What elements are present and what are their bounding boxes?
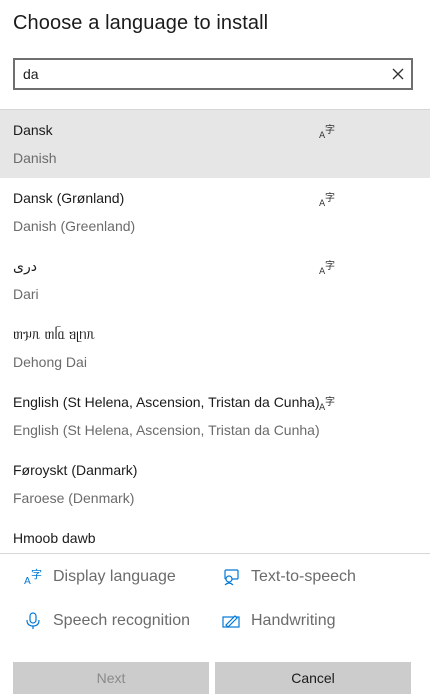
- display-language-icon: A 字: [319, 396, 335, 412]
- display-language-icon: A 字: [24, 568, 42, 586]
- legend-speech-recognition: Speech recognition: [53, 612, 190, 629]
- list-bottom-divider: [0, 553, 430, 554]
- language-native-name: Føroyskt (Danmark): [13, 462, 138, 478]
- microphone-icon: [26, 612, 40, 629]
- language-native-name: ᥖᥭᥰ ᥖᥬᥲ ᥑᥨᥒᥰ: [13, 326, 96, 342]
- language-native-name: Hmoob dawb: [13, 530, 96, 546]
- svg-text:字: 字: [325, 124, 335, 136]
- language-english-name: Dehong Dai: [13, 354, 87, 370]
- svg-text:字: 字: [325, 396, 335, 408]
- language-search-box[interactable]: [13, 58, 413, 90]
- display-language-icon: A 字: [319, 124, 335, 140]
- cancel-button[interactable]: Cancel: [215, 662, 411, 694]
- language-item-hmoob-dawb[interactable]: Hmoob dawb: [0, 518, 430, 553]
- language-item-dehong-dai[interactable]: ᥖᥭᥰ ᥖᥬᥲ ᥑᥨᥒᥰ Dehong Dai: [0, 314, 430, 382]
- dialog-title: Choose a language to install: [13, 12, 269, 34]
- language-item-foroyskt-danmark[interactable]: Føroyskt (Danmark) Faroese (Denmark): [0, 450, 430, 518]
- language-list[interactable]: Dansk Danish A 字 Dansk (Grønland) Danish…: [0, 110, 430, 553]
- language-item-dansk-gronland[interactable]: Dansk (Grønland) Danish (Greenland) A 字: [0, 178, 430, 246]
- language-english-name: Danish (Greenland): [13, 218, 136, 234]
- language-native-name: درى: [13, 258, 37, 274]
- language-native-name: Dansk (Grønland): [13, 190, 125, 206]
- language-english-name: English (St Helena, Ascension, Tristan d…: [13, 422, 320, 438]
- language-item-dansk[interactable]: Dansk Danish A 字: [0, 110, 430, 178]
- language-english-name: Faroese (Denmark): [13, 490, 135, 506]
- language-item-dari[interactable]: درى Dari A 字: [0, 246, 430, 314]
- svg-text:字: 字: [31, 568, 42, 581]
- legend-display-language: Display language: [53, 568, 176, 585]
- display-language-icon: A 字: [319, 260, 335, 276]
- next-button[interactable]: Next: [13, 662, 209, 694]
- language-item-english-st-helena[interactable]: English (St Helena, Ascension, Tristan d…: [0, 382, 430, 450]
- language-english-name: Danish: [13, 150, 57, 166]
- handwriting-icon: [222, 615, 240, 628]
- language-native-name: English (St Helena, Ascension, Tristan d…: [13, 394, 320, 410]
- svg-text:A: A: [24, 576, 31, 586]
- legend-text-to-speech: Text-to-speech: [251, 568, 356, 585]
- clear-search-icon[interactable]: [391, 67, 405, 81]
- language-search-input[interactable]: [23, 60, 383, 88]
- language-english-name: Dari: [13, 286, 39, 302]
- svg-text:字: 字: [325, 192, 335, 204]
- display-language-icon: A 字: [319, 192, 335, 208]
- language-native-name: Dansk: [13, 122, 53, 138]
- svg-text:字: 字: [325, 260, 335, 272]
- text-to-speech-icon: [224, 569, 239, 586]
- legend-handwriting: Handwriting: [251, 612, 336, 629]
